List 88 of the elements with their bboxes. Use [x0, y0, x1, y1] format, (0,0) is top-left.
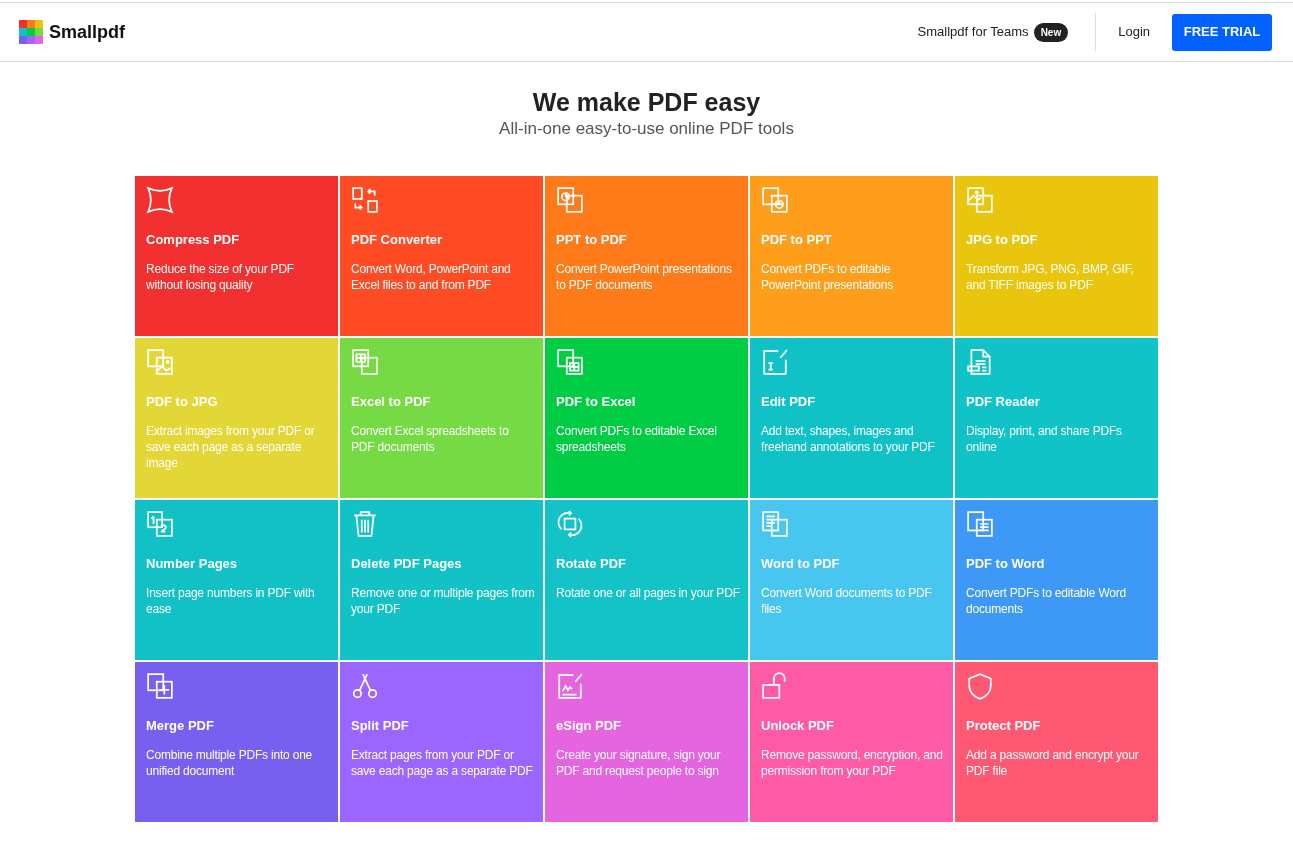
- signature-icon: [556, 672, 584, 700]
- tool-tile[interactable]: Protect PDF Add a password and encrypt your PDF file: [955, 662, 1158, 822]
- text-document-icon: [966, 510, 994, 538]
- convert-icon: [351, 186, 379, 214]
- tool-description: Extract pages from your PDF or save each page as a separate PDF: [351, 747, 534, 779]
- tool-tile[interactable]: PDF to Word Convert PDFs to editable Word documents: [955, 500, 1158, 660]
- tool-description: Remove one or multiple pages from your PDF: [351, 585, 535, 617]
- edit-icon: [761, 348, 789, 376]
- tool-tile[interactable]: PDF to PPT Convert PDFs to editable PowerPoint presentations: [750, 176, 953, 336]
- tool-tile[interactable]: PDF to JPG Extract images from your PDF or save each page as a separate image: [135, 338, 338, 498]
- tool-title: PDF Reader: [966, 394, 1041, 410]
- text-document-icon: [761, 510, 789, 538]
- trash-icon: [351, 510, 379, 538]
- tool-description: Convert PDFs to editable Excel spreadsheets: [556, 423, 718, 455]
- tool-title: Number Pages: [146, 556, 239, 572]
- tool-description: Transform JPG, PNG, BMP, GIF, and TIFF images to PDF: [966, 261, 1135, 293]
- tool-title: Delete PDF Pages: [351, 556, 463, 572]
- tool-description: Remove password, encryption, and permission from your PDF: [761, 747, 944, 779]
- tool-tile[interactable]: Excel to PDF Convert Excel spreadsheets to PDF documents: [340, 338, 543, 498]
- scissors-icon: [351, 672, 379, 700]
- tool-title: Excel to PDF: [351, 394, 432, 410]
- tool-description: Rotate one or all pages in your PDF: [556, 585, 740, 601]
- tool-title: eSign PDF: [556, 718, 622, 734]
- tool-tile[interactable]: Word to PDF Convert Word documents to PDF files: [750, 500, 953, 660]
- tool-title: Unlock PDF: [761, 718, 835, 734]
- tool-tile[interactable]: Number Pages Insert page numbers in PDF with ease: [135, 500, 338, 660]
- image-icon: [966, 186, 994, 214]
- tool-title: Edit PDF: [761, 394, 817, 410]
- image-icon: [146, 348, 174, 376]
- slides-icon: [556, 186, 584, 214]
- tool-tile[interactable]: PDF Reader Display, print, and share PDFs online: [955, 338, 1158, 498]
- tool-title: PDF to JPG: [146, 394, 219, 410]
- login-link[interactable]: Login: [1118, 22, 1150, 42]
- tool-description: Add text, shapes, images and freehand annotations to your PDF: [761, 423, 936, 455]
- tool-title: Compress PDF: [146, 232, 241, 248]
- tool-description: Add a password and encrypt your PDF file: [966, 747, 1140, 779]
- tool-title: PDF to Excel: [556, 394, 637, 410]
- tool-tile[interactable]: PPT to PDF Convert PowerPoint presentations to PDF documents: [545, 176, 748, 336]
- new-badge: New: [1033, 22, 1069, 42]
- tool-title: JPG to PDF: [966, 232, 1039, 248]
- tool-title: PDF Converter: [351, 232, 444, 248]
- tool-tile[interactable]: Delete PDF Pages Remove one or multiple pages from your PDF: [340, 500, 543, 660]
- tool-tile[interactable]: PDF Converter Convert Word, PowerPoint and Excel files to and from PDF: [340, 176, 543, 336]
- tool-description: Display, print, and share PDFs online: [966, 423, 1123, 455]
- tool-title: Merge PDF: [146, 718, 215, 734]
- tool-tile[interactable]: Unlock PDF Remove password, encryption, and permission from your PDF: [750, 662, 953, 822]
- tool-title: Protect PDF: [966, 718, 1042, 734]
- tool-title: Word to PDF: [761, 556, 841, 572]
- tool-description: Convert PDFs to editable Word documents: [966, 585, 1128, 617]
- tool-description: Convert Word documents to PDF files: [761, 585, 933, 617]
- tool-title: Rotate PDF: [556, 556, 628, 572]
- page-subtitle: All-in-one easy-to-use online PDF tools: [499, 118, 794, 140]
- teams-link[interactable]: Smallpdf for Teams: [917, 22, 1029, 42]
- tool-title: PPT to PDF: [556, 232, 628, 248]
- tool-tile[interactable]: Merge PDF Combine multiple PDFs into one unified document: [135, 662, 338, 822]
- logo-icon[interactable]: [19, 20, 43, 44]
- tool-title: Split PDF: [351, 718, 410, 734]
- tool-description: Convert PDFs to editable PowerPoint presentations: [761, 261, 894, 293]
- tool-description: Create your signature, sign your PDF and request people to sign: [556, 747, 722, 779]
- merge-icon: [146, 672, 174, 700]
- page-title: We make PDF easy: [532, 87, 761, 117]
- free-trial-button[interactable]: FREE TRIAL: [1172, 13, 1272, 51]
- tool-tile[interactable]: Split PDF Extract pages from your PDF or save each page as a separate PDF: [340, 662, 543, 822]
- tool-title: PDF to Word: [966, 556, 1046, 572]
- slides-icon: [761, 186, 789, 214]
- tool-description: Insert page numbers in PDF with ease: [146, 585, 316, 617]
- shield-icon: [966, 672, 994, 700]
- rotate-icon: [556, 510, 584, 538]
- table-icon: [556, 348, 584, 376]
- brand-name[interactable]: Smallpdf: [49, 18, 125, 46]
- tool-tile[interactable]: JPG to PDF Transform JPG, PNG, BMP, GIF, and TIFF images to PDF: [955, 176, 1158, 336]
- tool-description: Combine multiple PDFs into one unified document: [146, 747, 314, 779]
- tool-tile[interactable]: PDF to Excel Convert PDFs to editable Excel spreadsheets: [545, 338, 748, 498]
- tool-description: Extract images from your PDF or save each page as a separate image: [146, 423, 316, 471]
- document-icon: [966, 348, 994, 376]
- tool-description: Convert PowerPoint presentations to PDF documents: [556, 261, 733, 293]
- tool-description: Convert Excel spreadsheets to PDF documents: [351, 423, 510, 455]
- tool-description: Reduce the size of your PDF without losing quality: [146, 261, 295, 293]
- tool-title: PDF to PPT: [761, 232, 833, 248]
- open-lock-icon: [761, 672, 789, 700]
- tool-description: Convert Word, PowerPoint and Excel files to and from PDF: [351, 261, 512, 293]
- numbered-pages-icon: [146, 510, 174, 538]
- tool-tile[interactable]: Compress PDF Reduce the size of your PDF without losing quality: [135, 176, 338, 336]
- tool-tile[interactable]: eSign PDF Create your signature, sign your PDF and request people to sign: [545, 662, 748, 822]
- star-frame-icon: [146, 186, 174, 214]
- table-icon: [351, 348, 379, 376]
- tool-tile[interactable]: Rotate PDF Rotate one or all pages in your PDF: [545, 500, 748, 660]
- tool-tile[interactable]: Edit PDF Add text, shapes, images and freehand annotations to your PDF: [750, 338, 953, 498]
